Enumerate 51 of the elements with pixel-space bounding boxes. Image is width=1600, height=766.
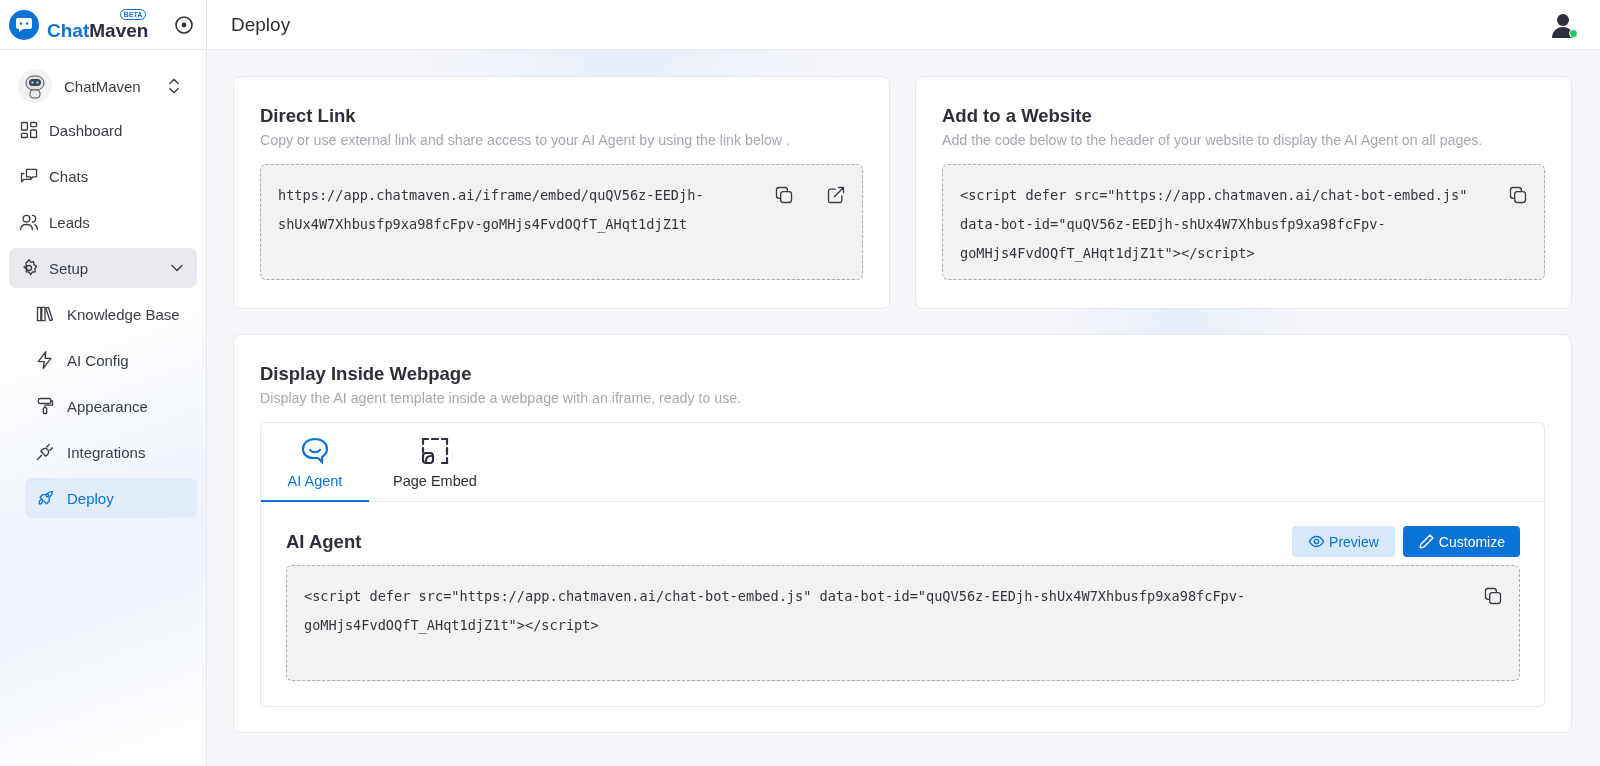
card-title: Add to a Website bbox=[942, 105, 1093, 127]
tab[interactable]: AI Agent bbox=[261, 423, 369, 502]
code-text: <script defer src="https://app.chatmaven.ai/chat-bot-embed.js" data-bot-id="quQV56z-EEDjh-shUx4W7Xhbusfp9xa98fcFpv-goMHjs4FvdOQfT_AHqt1djZ1t"></script> bbox=[304, 587, 1247, 636]
paint-roller-icon bbox=[35, 396, 55, 416]
nav-label: Chats bbox=[49, 167, 89, 185]
copy-icon[interactable] bbox=[1483, 586, 1503, 606]
eye-icon bbox=[1308, 533, 1326, 550]
copy-icon[interactable] bbox=[774, 185, 794, 205]
nav-label: Integrations bbox=[67, 443, 146, 461]
nav-label: Leads bbox=[49, 213, 90, 231]
nav-item[interactable]: Deploy bbox=[25, 478, 197, 518]
nav-label: Setup bbox=[49, 259, 89, 277]
chat-bubble-icon bbox=[299, 435, 331, 467]
card-description: Copy or use external link and share access to your AI Agent by using the link below . bbox=[260, 132, 791, 148]
code-text: <script defer src="https://app.chatmaven.ai/chat-bot-embed.js" data-bot-id="quQV56z-EEDjh-shUx4W7Xhbusfp9xa98fcFpv-goMHjs4FvdOQfT_AHqt1djZ1t"></script> bbox=[960, 186, 1469, 263]
nav-label: AI Config bbox=[67, 351, 129, 369]
grid-icon bbox=[19, 120, 39, 140]
robot-avatar-icon bbox=[18, 69, 52, 103]
nav-item[interactable]: Integrations bbox=[25, 432, 197, 472]
copy-icon[interactable] bbox=[1508, 185, 1528, 205]
nav-label: Knowledge Base bbox=[67, 305, 180, 323]
page-title: Deploy bbox=[231, 13, 291, 36]
workspace-name[interactable]: ChatMaven bbox=[64, 77, 141, 95]
nav-label: Dashboard bbox=[49, 121, 123, 139]
users-icon bbox=[19, 212, 39, 232]
user-avatar-icon[interactable] bbox=[1550, 11, 1576, 38]
plug-icon bbox=[35, 442, 55, 462]
nav-item[interactable]: Dashboard bbox=[9, 110, 197, 150]
nav-item[interactable]: AI Config bbox=[25, 340, 197, 380]
nav-item[interactable]: Chats bbox=[9, 156, 197, 196]
nav-label: Appearance bbox=[67, 397, 148, 415]
customize-button[interactable]: Customize bbox=[1402, 526, 1520, 557]
panel-title: AI Agent bbox=[286, 530, 362, 553]
nav-item[interactable]: Leads bbox=[9, 202, 197, 242]
chat-logo-icon bbox=[9, 9, 39, 40]
preview-button[interactable]: Preview bbox=[1292, 526, 1395, 557]
card-title: Direct Link bbox=[260, 105, 357, 127]
pencil-icon bbox=[1417, 533, 1435, 550]
card-description: Add the code below to the header of your website to display the AI Agent on all pages. bbox=[942, 132, 1484, 148]
logo-text: ChatMaven bbox=[47, 19, 149, 41]
nav-item[interactable]: Setup bbox=[9, 248, 197, 288]
target-icon[interactable] bbox=[174, 14, 194, 35]
books-icon bbox=[35, 304, 55, 324]
nav-label: Deploy bbox=[67, 489, 114, 507]
tab[interactable]: Page Embed bbox=[369, 423, 501, 502]
card-title: Display Inside Webpage bbox=[260, 363, 473, 385]
nav-item[interactable]: Knowledge Base bbox=[25, 294, 197, 334]
card-description: Display the AI agent template inside a webpage with an iframe, ready to use. bbox=[260, 390, 743, 406]
external-link-icon[interactable] bbox=[826, 185, 846, 205]
nav-item[interactable]: Appearance bbox=[25, 386, 197, 426]
code-text: https://app.chatmaven.ai/iframe/embed/quQV56z-EEDjh-shUx4W7Xhbusfp9xa98fcFpv-goMHjs4FvdOQfT_AHqt1djZ1t bbox=[278, 186, 705, 235]
